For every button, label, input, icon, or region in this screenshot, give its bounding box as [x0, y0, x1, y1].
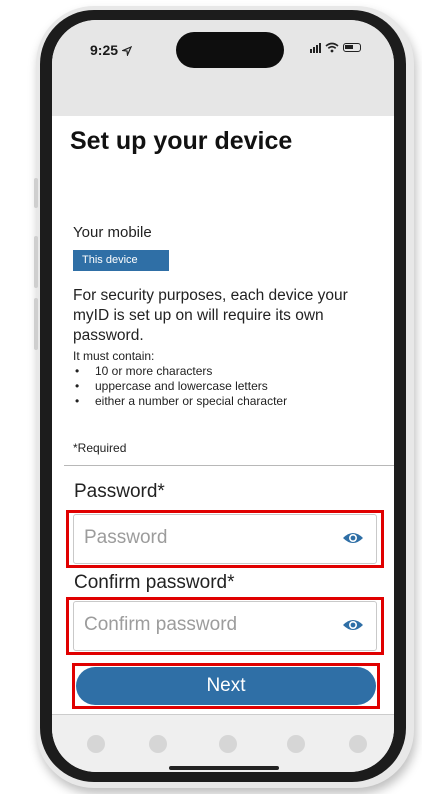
phone-screen: 9:25 Set up your device Your mobile This…	[52, 20, 394, 772]
security-text: For security purposes, each device your …	[73, 287, 348, 344]
status-time: 9:25	[90, 42, 133, 58]
nav-dot[interactable]	[349, 735, 367, 753]
nav-dot[interactable]	[287, 735, 305, 753]
eye-icon[interactable]	[342, 530, 364, 546]
wifi-icon	[325, 42, 339, 53]
signal-icon	[310, 42, 321, 53]
device-badge: This device	[73, 250, 169, 271]
phone-side-button	[34, 178, 38, 208]
page-title: Set up your device	[70, 127, 293, 155]
phone-side-button	[34, 298, 38, 350]
list-item: 10 or more characters	[73, 364, 287, 379]
nav-dot[interactable]	[87, 735, 105, 753]
confirm-password-label: Confirm password*	[74, 572, 235, 593]
device-label: Your mobile	[73, 224, 152, 241]
location-arrow-icon	[120, 46, 133, 58]
password-label: Password*	[74, 481, 165, 502]
eye-icon[interactable]	[342, 617, 364, 633]
password-field[interactable]	[73, 514, 377, 564]
nav-dot[interactable]	[219, 735, 237, 753]
required-note: *Required	[73, 441, 127, 455]
confirm-password-field[interactable]	[73, 601, 377, 651]
nav-dot[interactable]	[149, 735, 167, 753]
battery-icon	[343, 43, 361, 52]
requirements-list: 10 or more characters uppercase and lowe…	[73, 364, 287, 409]
password-input[interactable]	[84, 525, 314, 551]
status-icons	[310, 42, 361, 53]
home-indicator	[169, 766, 279, 770]
dynamic-island	[176, 32, 284, 68]
confirm-password-input[interactable]	[84, 612, 314, 638]
divider	[64, 465, 394, 466]
bottom-nav	[52, 715, 394, 772]
list-item: either a number or special character	[73, 394, 287, 409]
phone-side-button	[34, 236, 38, 288]
status-bar: 9:25	[52, 20, 394, 116]
requirements-heading: It must contain:	[73, 349, 155, 363]
next-button[interactable]: Next	[76, 667, 376, 705]
list-item: uppercase and lowercase letters	[73, 379, 287, 394]
